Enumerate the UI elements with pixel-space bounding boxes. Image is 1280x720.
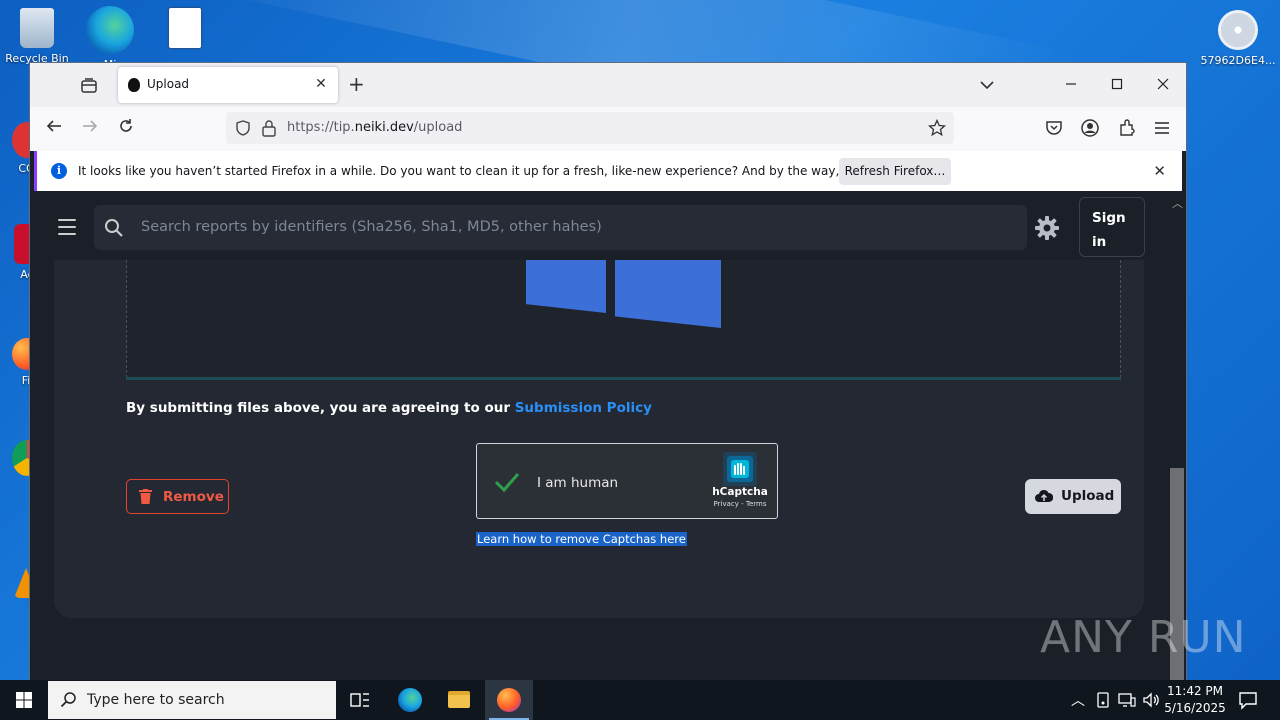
folder-icon [448,691,470,708]
minimize-button[interactable] [1048,63,1094,107]
network-icon[interactable] [1118,692,1136,708]
clock-time: 11:42 PM [1167,684,1223,698]
notification-message: It looks like you haven’t started Firefo… [78,164,934,178]
forward-button[interactable] [76,116,104,144]
chevron-down-icon [980,81,994,90]
report-search-input[interactable] [141,213,1001,241]
cd-drive-icon [1218,10,1258,50]
captcha-brand: hCaptcha [712,486,768,498]
remove-captcha-link[interactable]: Learn how to remove Captchas here [476,532,687,546]
close-icon [1157,78,1169,90]
cloud-upload-icon [1035,489,1053,502]
submission-policy-text: By submitting files above, you are agree… [126,400,652,416]
web-page: By submitting files above, you are agree… [30,195,1186,680]
desktop-icon-recycle-bin[interactable]: Recycle Bin [0,8,74,65]
star-icon[interactable] [928,119,946,137]
sign-in-label-1: Sign [1092,210,1126,226]
upload-label: Upload [1061,488,1115,504]
url-bar[interactable]: https://tip.neiki.dev/upload [226,112,954,144]
dropzone-progress-line [126,377,1121,380]
recycle-bin-icon [20,8,54,48]
tab-bar: Upload ✕ + [30,63,1186,107]
reload-button[interactable] [112,116,140,144]
url-text[interactable]: https://tip.neiki.dev/upload [287,120,462,135]
search-icon [105,219,123,237]
scroll-up-arrow-icon[interactable]: ︿ [1172,195,1183,211]
device-icon[interactable] [1096,692,1110,708]
firefox-notification-bar: i It looks like you haven’t started Fire… [34,151,1182,191]
desktop-icon-disc[interactable]: 57962D6E4... [1200,10,1276,67]
task-view-icon [350,693,369,707]
search-icon [60,692,76,708]
minimize-icon [1066,83,1076,85]
lock-icon[interactable] [261,119,277,137]
back-button[interactable] [40,116,68,144]
tab-upload[interactable]: Upload ✕ [118,67,338,103]
remove-label: Remove [163,489,224,505]
desktop-icon-file[interactable] [150,8,220,52]
tab-close-icon[interactable]: ✕ [312,75,330,93]
account-icon[interactable] [1080,118,1100,138]
firefox-view-button[interactable] [76,73,102,99]
taskbar-firefox[interactable] [485,680,533,720]
close-window-button[interactable] [1140,63,1186,107]
reload-icon [120,119,132,132]
task-view-button[interactable] [336,680,384,720]
site-favicon-icon [128,78,140,92]
desktop-icon-edge[interactable]: Mi [75,6,145,71]
menu-icon[interactable] [1152,118,1172,138]
firefox-icon [497,688,521,712]
hcaptcha-widget[interactable]: I am human hCaptcha Privacy - Terms [476,443,778,519]
trash-icon [139,489,152,504]
arrow-left-icon [46,120,61,132]
refresh-firefox-button[interactable]: Refresh Firefox… [839,158,951,185]
extensions-icon[interactable] [1117,118,1137,138]
desktop-icon-label: 57962D6E4... [1200,54,1276,67]
gear-icon[interactable] [1034,215,1060,241]
maximize-button[interactable] [1094,63,1140,107]
upload-button[interactable]: Upload [1025,479,1121,514]
edge-icon [398,688,422,712]
taskbar-search-placeholder: Type here to search [87,692,225,708]
tab-title: Upload [147,77,190,91]
windows-start-icon [16,692,32,708]
anyrun-watermark: ANY RUN [1040,612,1247,663]
info-icon: i [51,163,67,179]
list-all-tabs-button[interactable] [976,74,998,96]
hcaptcha-logo-icon [723,452,757,486]
browser-window: Upload ✕ + https://tip.neiki.dev/upload … [30,63,1186,680]
notification-close-icon[interactable]: ✕ [1153,162,1166,180]
taskbar-clock[interactable]: 11:42 PM 5/16/2025 [1158,683,1232,717]
captcha-terms-link[interactable]: Privacy - Terms [705,500,775,508]
show-hidden-icons-icon[interactable]: ︿ [1071,690,1085,710]
taskbar-search-box[interactable]: Type here to search [48,681,336,719]
hamburger-menu-icon[interactable] [58,219,76,235]
pocket-icon[interactable] [1044,118,1064,138]
navigation-toolbar: https://tip.neiki.dev/upload [30,107,1186,151]
submission-policy-link[interactable]: Submission Policy [515,400,652,416]
taskbar-edge[interactable] [386,680,434,720]
remove-button[interactable]: Remove [126,479,229,514]
taskbar: Type here to search ︿ 11:42 PM 5/16/2025 [0,680,1280,720]
maximize-icon [1111,78,1123,90]
taskbar-file-explorer[interactable] [435,680,483,720]
notification-center-icon[interactable] [1238,690,1258,710]
sign-in-button[interactable]: Sign in [1079,197,1145,257]
clock-date: 5/16/2025 [1164,701,1226,715]
image-file-icon [169,8,201,48]
captcha-label: I am human [537,475,619,491]
report-search-box [94,205,1027,250]
new-tab-button[interactable]: + [348,74,365,94]
arrow-right-icon [83,120,98,132]
start-button[interactable] [0,680,48,720]
firefox-view-icon [81,78,97,93]
shield-icon[interactable] [234,119,252,137]
sign-in-label-2: in [1092,234,1107,250]
edge-icon [86,6,134,54]
site-header: Sign in [30,195,1170,260]
checkmark-icon[interactable] [493,468,521,496]
page-scrollbar[interactable]: ︿ [1169,195,1186,680]
